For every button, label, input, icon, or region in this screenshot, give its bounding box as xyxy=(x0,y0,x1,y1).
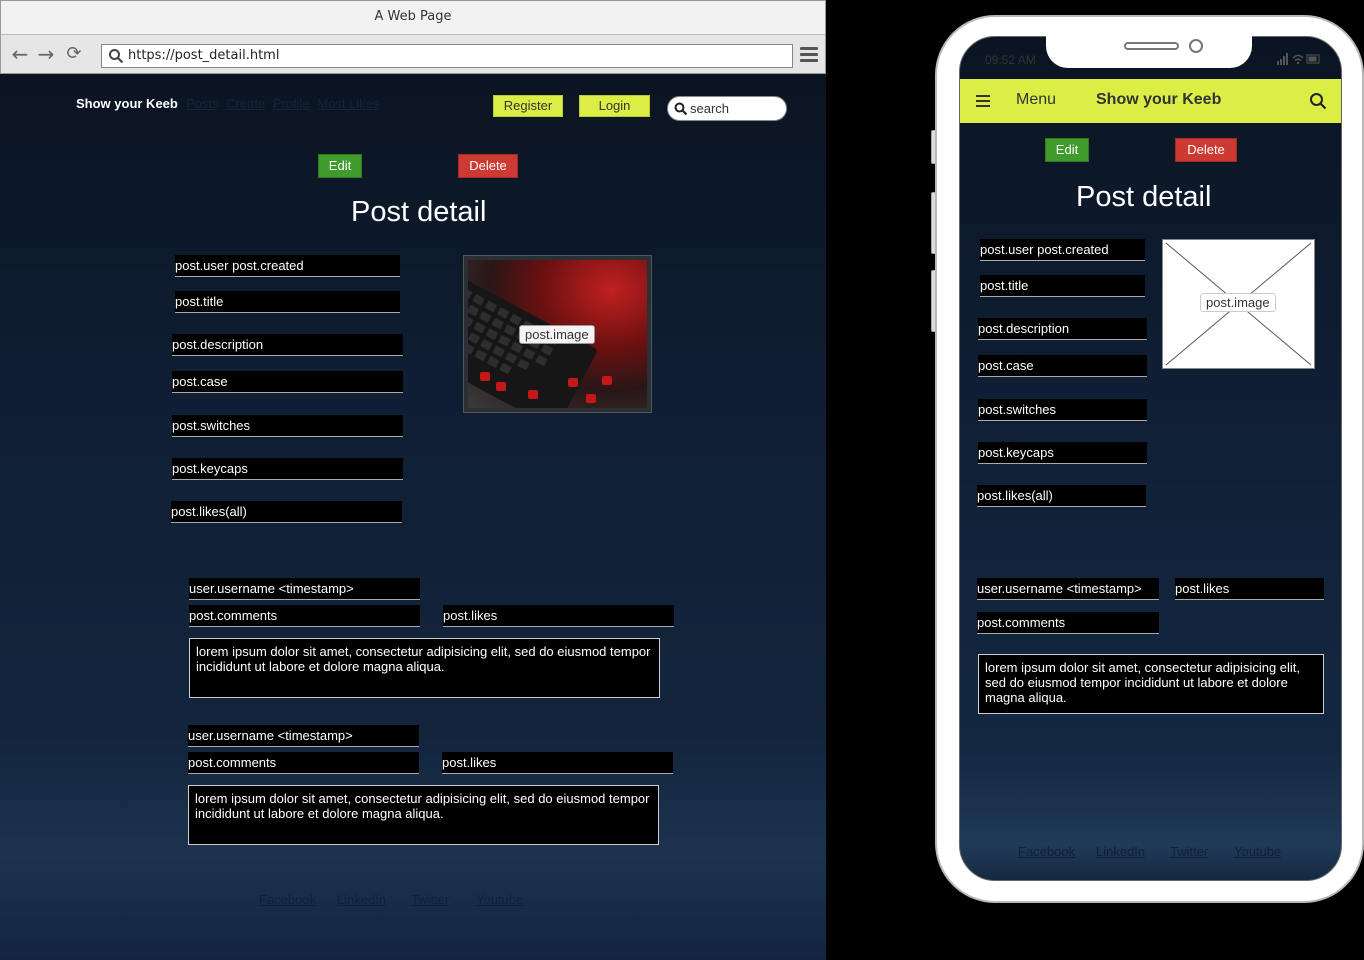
search-icon xyxy=(109,49,124,64)
phone-speaker xyxy=(1124,42,1179,50)
arrow-left-icon[interactable]: ← xyxy=(9,43,31,65)
comment-likes: post.likes xyxy=(443,605,674,627)
login-button[interactable]: Login xyxy=(579,95,650,117)
comment-username: user.username <timestamp> xyxy=(188,725,419,747)
arrow-right-icon[interactable]: → xyxy=(35,43,57,65)
edit-button[interactable]: Edit xyxy=(1045,138,1089,162)
phone-camera xyxy=(1189,39,1203,53)
comment-likes: post.likes xyxy=(442,752,673,774)
hamburger-icon[interactable] xyxy=(800,47,818,63)
post-title: post.title xyxy=(175,291,400,313)
comment-count: post.comments xyxy=(189,605,420,627)
comment-body: lorem ipsum dolor sit amet, consectetur … xyxy=(189,638,660,698)
search-placeholder: search xyxy=(690,101,730,116)
browser-window: A Web Page ← → ⟳ https://post_detail.htm… xyxy=(0,0,826,960)
page-title: Post detail xyxy=(1076,181,1212,213)
browser-toolbar: ← → ⟳ https://post_detail.html xyxy=(0,34,826,74)
footer-link-facebook[interactable]: Facebook xyxy=(259,892,316,907)
nav-link-create[interactable]: Create xyxy=(226,96,265,111)
post-keycaps: post.keycaps xyxy=(978,442,1147,464)
phone-notch xyxy=(1046,34,1252,68)
post-user-created: post.user post.created xyxy=(175,255,400,277)
search-input[interactable]: search xyxy=(667,96,787,121)
menu-button[interactable]: Menu xyxy=(1016,91,1056,109)
address-bar[interactable]: https://post_detail.html xyxy=(101,44,793,68)
delete-button[interactable]: Delete xyxy=(1175,138,1237,162)
main-nav: Posts Create Profile Most Likes xyxy=(186,96,383,111)
window-title: A Web Page xyxy=(0,0,826,34)
post-image: post.image xyxy=(463,255,652,413)
image-label: post.image xyxy=(1200,293,1276,312)
post-switches: post.switches xyxy=(978,399,1147,421)
post-likes-all: post.likes(all) xyxy=(171,501,402,523)
footer-link-linkedin[interactable]: LinkedIn xyxy=(337,892,386,907)
post-likes-all: post.likes(all) xyxy=(977,485,1146,507)
brand-logo[interactable]: Show your Keeb xyxy=(76,96,178,111)
post-description: post.description xyxy=(978,318,1147,340)
comment-likes: post.likes xyxy=(1175,578,1324,600)
post-switches: post.switches xyxy=(172,415,403,437)
footer-link-linkedin[interactable]: LinkedIn xyxy=(1096,844,1145,859)
post-description: post.description xyxy=(172,334,403,356)
status-time: 09:52 AM xyxy=(985,53,1036,67)
footer-link-youtube[interactable]: Youtube xyxy=(1234,844,1281,859)
comment-count: post.comments xyxy=(188,752,419,774)
footer-link-twitter[interactable]: Twitter xyxy=(411,892,449,907)
page-title: Post detail xyxy=(351,196,487,228)
register-button[interactable]: Register xyxy=(493,95,563,117)
brand-logo[interactable]: Show your Keeb xyxy=(1096,91,1221,109)
post-user-created: post.user post.created xyxy=(980,239,1145,261)
image-label: post.image xyxy=(519,325,595,344)
post-image-placeholder: post.image xyxy=(1162,239,1315,369)
reload-icon[interactable]: ⟳ xyxy=(63,43,85,65)
page-viewport: Show your Keeb Posts Create Profile Most… xyxy=(0,74,826,960)
comment-body: lorem ipsum dolor sit amet, consectetur … xyxy=(188,785,659,845)
edit-button[interactable]: Edit xyxy=(318,154,362,178)
footer-link-youtube[interactable]: Youtube xyxy=(476,892,523,907)
post-title: post.title xyxy=(980,275,1145,297)
phone-screen: 09:52 AM Menu Show your Keeb Edit Delete… xyxy=(959,36,1342,881)
post-keycaps: post.keycaps xyxy=(172,458,403,480)
comment-username: user.username <timestamp> xyxy=(977,578,1159,600)
delete-button[interactable]: Delete xyxy=(458,154,518,178)
nav-link-most-likes[interactable]: Most Likes xyxy=(317,96,379,111)
url-text: https://post_detail.html xyxy=(128,48,280,63)
post-case: post.case xyxy=(978,355,1147,377)
phone-app-bar: Menu Show your Keeb xyxy=(960,79,1341,123)
footer-link-twitter[interactable]: Twitter xyxy=(1170,844,1208,859)
nav-link-profile[interactable]: Profile xyxy=(273,96,310,111)
comment-body: lorem ipsum dolor sit amet, consectetur … xyxy=(978,654,1324,714)
hamburger-icon[interactable] xyxy=(976,95,990,107)
status-icons xyxy=(1277,53,1321,68)
comment-count: post.comments xyxy=(977,612,1159,634)
search-icon[interactable] xyxy=(1309,92,1327,110)
search-icon xyxy=(674,102,688,116)
post-case: post.case xyxy=(172,371,403,393)
nav-link-posts[interactable]: Posts xyxy=(186,96,219,111)
signal-wifi-battery-icon xyxy=(1277,53,1320,65)
footer-link-facebook[interactable]: Facebook xyxy=(1018,844,1075,859)
comment-username: user.username <timestamp> xyxy=(189,578,420,600)
